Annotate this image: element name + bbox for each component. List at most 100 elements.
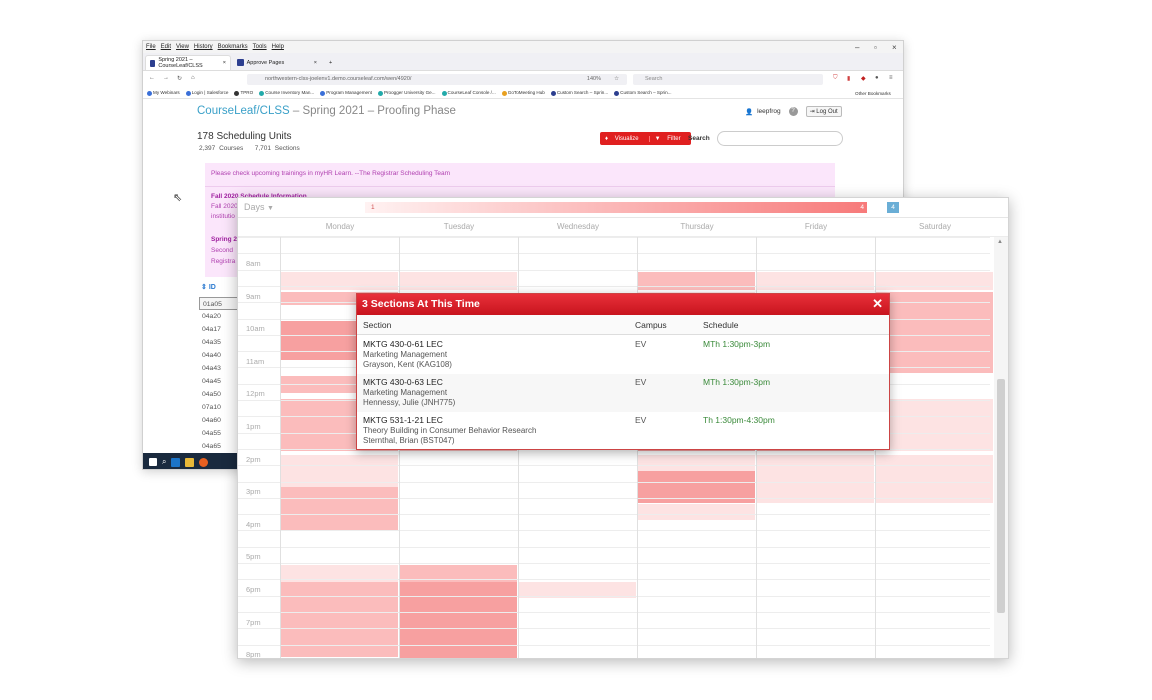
heatmap-cell[interactable] <box>757 272 874 290</box>
brand-link[interactable]: CourseLeaf/CLSS <box>197 105 290 117</box>
bookmark-item[interactable]: My Webinars <box>147 90 180 96</box>
notice-text: Please check upcoming trainings in myHR … <box>211 170 451 177</box>
back-icon[interactable]: ← <box>149 75 155 81</box>
filter-button[interactable]: ▼ Filter <box>648 135 691 142</box>
list-item[interactable]: 04a17 <box>199 323 241 336</box>
shield-icon[interactable]: ⛉ <box>833 75 838 82</box>
zoom-level[interactable]: 140% <box>587 74 601 85</box>
list-item[interactable]: 04a65 <box>199 440 241 453</box>
heatmap-cell[interactable] <box>876 291 993 374</box>
grid-line <box>238 595 990 597</box>
bookmark-item[interactable]: GoToMeeting Hub <box>501 90 545 96</box>
hour-label: 12pm <box>246 389 265 399</box>
menu-file[interactable]: File <box>146 44 156 50</box>
ublock-icon[interactable]: ◆ <box>861 75 866 82</box>
search-icon[interactable]: ⌕ <box>162 457 166 467</box>
menu-icon[interactable]: ≡ <box>889 75 893 81</box>
heatmap-cell[interactable] <box>638 454 755 471</box>
legend-max: 4 <box>860 204 864 211</box>
bookmark-item[interactable]: CourseLeaf Console /... <box>441 90 496 96</box>
popup-title: 3 Sections At This Time <box>362 298 480 310</box>
view-dropdown[interactable]: Days ▼ <box>244 202 274 212</box>
schedule: MTh 1:30pm-3pm <box>703 339 771 349</box>
tab-spring-2021[interactable]: Spring 2021 – CourseLeaf/CLSS × <box>145 55 231 70</box>
menu-view[interactable]: View <box>176 44 189 50</box>
id-column-header[interactable]: ⇕ ID <box>201 283 216 291</box>
heatmap-cell[interactable] <box>281 272 398 290</box>
help-icon[interactable]: ? <box>788 107 798 116</box>
list-item[interactable]: 04a20 <box>199 310 241 323</box>
list-item[interactable]: 04a50 <box>199 388 241 401</box>
minimize-icon[interactable]: – <box>855 43 859 52</box>
heatmap-cell[interactable] <box>281 581 398 634</box>
heatmap-cell[interactable] <box>876 454 993 504</box>
tab-approve-pages[interactable]: Approve Pages × <box>233 55 321 70</box>
close-icon[interactable]: ✕ <box>872 296 883 312</box>
bookmark-item[interactable]: Program Management <box>320 90 372 96</box>
mouse-cursor-icon: ⇖ <box>173 192 183 204</box>
account-icon[interactable]: ● <box>875 75 879 81</box>
section-code: MKTG 430-0-63 LEC <box>363 377 443 387</box>
outlook-icon[interactable] <box>171 457 181 467</box>
bookmark-item[interactable]: Custom Search – Sprin... <box>550 90 608 96</box>
col-section: Section <box>363 320 392 330</box>
calendar-scrollbar[interactable]: ▲ <box>994 237 1008 658</box>
bookmark-item[interactable]: Course Inventory Man... <box>259 90 314 96</box>
heatmap-cell[interactable] <box>638 272 755 290</box>
list-item[interactable]: 07a10 <box>199 401 241 414</box>
logout-button[interactable]: ⇥ Log Out <box>805 106 842 117</box>
home-icon[interactable]: ⌂ <box>191 75 195 81</box>
day-saturday: Saturday <box>918 222 952 231</box>
tab-close-icon[interactable]: × <box>223 60 226 66</box>
browser-search-input[interactable]: Search <box>633 74 823 85</box>
windows-start-icon[interactable] <box>149 458 157 466</box>
list-item[interactable]: 01a05 <box>199 297 241 310</box>
visualize-button[interactable]: ♦ Visualize <box>600 136 649 142</box>
heatmap-cell[interactable] <box>876 399 993 452</box>
list-item[interactable]: 04a43 <box>199 362 241 375</box>
table-row[interactable]: MKTG 531-1-21 LEC Theory Building in Con… <box>357 412 889 450</box>
other-bookmarks[interactable]: Other Bookmarks <box>855 91 891 96</box>
spring-schedule-heading: Spring 2 <box>211 236 238 243</box>
list-item[interactable]: 04a60 <box>199 414 241 427</box>
grid-line <box>238 579 990 581</box>
maximize-icon[interactable]: ▫ <box>874 43 877 52</box>
heatmap-cell[interactable] <box>400 581 517 658</box>
scroll-up-icon[interactable]: ▲ <box>997 239 1003 245</box>
table-row[interactable]: MKTG 430-0-61 LEC Marketing Management G… <box>357 336 889 374</box>
menu-edit[interactable]: Edit <box>161 44 171 50</box>
heatmap-cell[interactable] <box>638 503 755 520</box>
heatmap-cell[interactable] <box>400 272 517 290</box>
search-input[interactable] <box>717 131 843 146</box>
heatmap-cell[interactable] <box>757 454 874 504</box>
scrollbar-thumb[interactable] <box>997 379 1005 613</box>
tab-close-icon[interactable]: × <box>314 60 317 66</box>
list-item[interactable]: 04a55 <box>199 427 241 440</box>
list-item[interactable]: 04a35 <box>199 336 241 349</box>
url-bar[interactable]: northwestern-clss-joelenv1.demo.coursele… <box>247 74 627 85</box>
visualize-filter-group: ♦ Visualize ▼ Filter <box>600 132 691 145</box>
bookmark-item[interactable]: Custom Search – Sprin... <box>614 90 671 96</box>
section-code: MKTG 430-0-61 LEC <box>363 339 443 349</box>
heatmap-cell[interactable] <box>281 487 398 530</box>
reload-icon[interactable]: ↻ <box>177 75 182 82</box>
bookmark-item[interactable]: TPRO <box>234 90 253 96</box>
folder-icon[interactable] <box>185 457 195 467</box>
bookmark-item[interactable]: Login | Salesforce <box>185 90 228 96</box>
list-item[interactable]: 04a40 <box>199 349 241 362</box>
menu-tools[interactable]: Tools <box>253 44 267 50</box>
list-item[interactable]: 04a45 <box>199 375 241 388</box>
table-row[interactable]: MKTG 430-0-63 LEC Marketing Management H… <box>357 374 889 412</box>
forward-icon[interactable]: → <box>163 75 169 81</box>
menu-help[interactable]: Help <box>272 44 284 50</box>
menu-history[interactable]: History <box>194 44 213 50</box>
extension-icon[interactable]: ▮ <box>847 75 850 82</box>
firefox-icon[interactable] <box>199 457 209 467</box>
new-tab-button[interactable]: + <box>325 55 336 70</box>
heatmap-cell[interactable] <box>876 272 993 290</box>
bookmark-star-icon[interactable]: ☆ <box>614 74 619 85</box>
bookmark-item[interactable]: Proogger University Ge... <box>377 90 436 96</box>
day-header-row: Monday Tuesday Wednesday Thursday Friday… <box>238 218 1008 237</box>
menu-bookmarks[interactable]: Bookmarks <box>218 44 248 50</box>
window-close-icon[interactable]: × <box>892 43 897 52</box>
